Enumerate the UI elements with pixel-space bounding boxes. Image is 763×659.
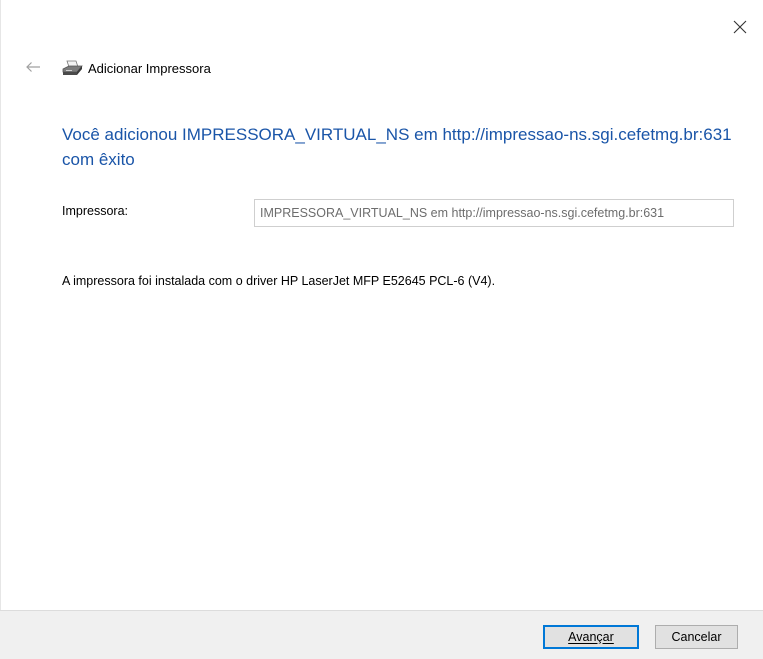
printer-name-label: Impressora:: [62, 204, 128, 218]
printer-icon: [61, 59, 83, 79]
cancel-button[interactable]: Cancelar: [655, 625, 738, 649]
close-button[interactable]: [723, 14, 757, 44]
driver-info-text: A impressora foi instalada com o driver …: [62, 274, 496, 288]
success-heading: Você adicionou IMPRESSORA_VIRTUAL_NS em …: [62, 125, 732, 169]
next-button[interactable]: Avançar: [543, 625, 639, 649]
wizard-header: Adicionar Impressora: [0, 54, 763, 84]
wizard-title: Adicionar Impressora: [88, 61, 211, 76]
add-printer-dialog: Adicionar Impressora Você adicionou IMPR…: [0, 0, 763, 659]
printer-name-field[interactable]: [254, 199, 734, 227]
back-arrow-icon: [25, 60, 41, 78]
window-edge: [0, 0, 1, 659]
close-icon: [733, 20, 747, 39]
button-bar: Avançar Cancelar: [0, 610, 763, 659]
back-button[interactable]: [20, 57, 46, 81]
next-button-label: Avançar: [568, 630, 614, 644]
